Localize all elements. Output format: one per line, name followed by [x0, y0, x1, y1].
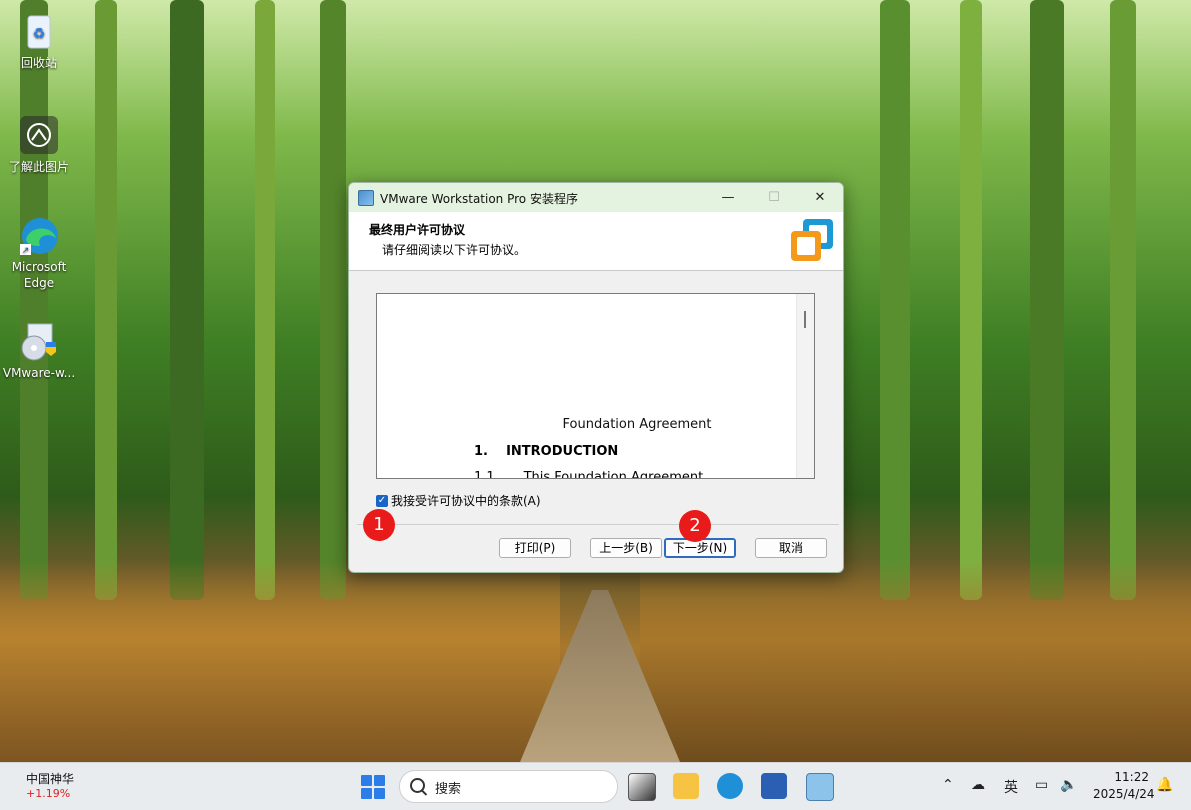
maximize-button[interactable]: ☐	[751, 183, 797, 212]
windows-logo-icon	[361, 788, 372, 799]
input-language-indicator[interactable]: 英	[1004, 777, 1018, 797]
bamboo-stalk	[880, 0, 910, 600]
print-button[interactable]: 打印(P)	[499, 538, 571, 558]
scrollbar-thumb[interactable]	[804, 311, 806, 328]
cloud-offline-icon[interactable]: ☁	[971, 777, 985, 793]
svg-text:♻: ♻	[33, 26, 46, 42]
step-marker-2: 2	[679, 510, 711, 542]
dialog-title: VMware Workstation Pro 安装程序	[380, 192, 578, 206]
bamboo-stalk	[95, 0, 117, 600]
bamboo-stalk	[320, 0, 346, 600]
desktop-icon-learn-about-picture[interactable]: 了解此图片	[1, 114, 77, 175]
license-subsection: 1.1 This Foundation Agreement	[474, 470, 704, 479]
file-explorer-icon[interactable]	[673, 773, 699, 799]
stock-widget-name[interactable]: 中国神华	[26, 770, 74, 787]
vmware-app-icon	[358, 190, 374, 206]
license-doc-title: Foundation Agreement	[562, 417, 712, 432]
installer-taskbar-icon[interactable]	[806, 773, 834, 801]
installer-dialog: VMware Workstation Pro 安装程序 — ☐ ✕ 最终用户许可…	[348, 182, 844, 573]
edge-icon: ↗	[18, 214, 60, 256]
desktop-icon-vmware-installer[interactable]: VMware-w...	[1, 320, 77, 381]
close-button[interactable]: ✕	[797, 183, 843, 212]
recycle-bin-icon: ♻	[18, 10, 60, 52]
network-icon[interactable]: ▭	[1035, 777, 1048, 793]
installer-disc-icon	[18, 320, 60, 362]
svg-text:↗: ↗	[22, 246, 30, 256]
minimize-button[interactable]: —	[705, 183, 751, 212]
taskbar-clock[interactable]: 11:22 2025/4/24	[1093, 769, 1155, 803]
stock-widget-change[interactable]: +1.19%	[26, 787, 70, 800]
bamboo-stalk	[1030, 0, 1064, 600]
taskbar: 中国神华 +1.19% 搜索 ⌃ ☁ 英 ▭ 🔈 11:22 2025/4/24…	[0, 762, 1191, 810]
bamboo-stalk	[255, 0, 275, 600]
start-button[interactable]	[361, 775, 385, 799]
desktop-icon-label: Microsoft Edge	[11, 260, 67, 290]
microsoft-store-icon[interactable]	[761, 773, 787, 799]
license-text-area[interactable]: Foundation Agreement 1. INTRODUCTION 1.1…	[376, 293, 815, 479]
bamboo-stalk	[960, 0, 982, 600]
desktop-icon-label: VMware-w...	[2, 366, 76, 380]
license-section-heading: 1. INTRODUCTION	[474, 444, 619, 459]
accept-terms-checkbox-row[interactable]: ✓ 我接受许可协议中的条款(A)	[376, 492, 541, 509]
accept-terms-checkbox[interactable]: ✓	[376, 494, 388, 507]
grass-right	[640, 560, 1191, 762]
notification-bell-icon[interactable]: 🔔	[1156, 777, 1173, 793]
windows-logo-icon	[374, 788, 385, 799]
search-icon	[410, 778, 425, 793]
chevron-up-icon[interactable]: ⌃	[942, 777, 954, 793]
bamboo-stalk	[170, 0, 204, 600]
bamboo-stalk	[1110, 0, 1136, 600]
desktop-icon-recycle-bin[interactable]: ♻ 回收站	[1, 10, 77, 71]
windows-logo-icon	[374, 775, 385, 786]
task-view-icon[interactable]	[628, 773, 656, 801]
dialog-titlebar[interactable]: VMware Workstation Pro 安装程序 — ☐ ✕	[349, 183, 843, 212]
windows-logo-icon	[361, 775, 372, 786]
edge-taskbar-icon[interactable]	[717, 773, 743, 799]
desktop-icon-label: 回收站	[20, 56, 57, 70]
header-title: 最终用户许可协议	[369, 223, 466, 237]
clock-date: 2025/4/24	[1093, 787, 1155, 801]
camera-info-icon	[18, 114, 60, 156]
back-button[interactable]: 上一步(B)	[590, 538, 662, 558]
grass-left	[0, 560, 560, 762]
bamboo-stalk	[20, 0, 48, 600]
step-marker-1: 1	[363, 509, 395, 541]
cancel-button[interactable]: 取消	[755, 538, 827, 558]
accept-terms-label: 我接受许可协议中的条款(A)	[391, 494, 541, 508]
license-scrollbar[interactable]	[796, 294, 814, 478]
taskbar-search[interactable]: 搜索	[399, 770, 618, 803]
header-subtitle: 请仔细阅读以下许可协议。	[382, 243, 527, 257]
desktop-icon-label: 了解此图片	[8, 160, 69, 174]
search-placeholder: 搜索	[435, 782, 462, 797]
volume-icon[interactable]: 🔈	[1060, 777, 1077, 793]
clock-time: 11:22	[1114, 770, 1149, 784]
dialog-header: 最终用户许可协议 请仔细阅读以下许可协议。	[349, 212, 843, 271]
desktop-icon-edge[interactable]: ↗ Microsoft Edge	[1, 214, 77, 291]
button-divider	[357, 524, 839, 525]
vmware-logo-icon	[789, 217, 837, 265]
